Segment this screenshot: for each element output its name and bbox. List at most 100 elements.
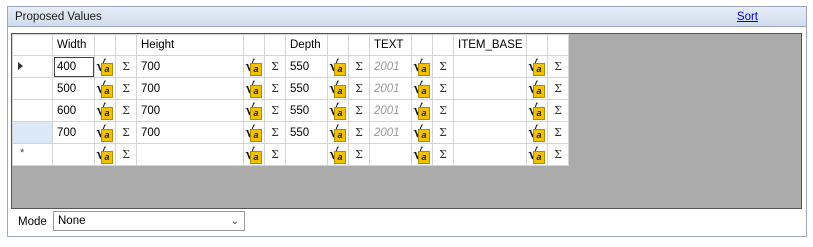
column-header-width[interactable]: Width (52, 34, 95, 56)
formula-cell[interactable]: √a (94, 99, 116, 122)
formula-cell[interactable]: √a (243, 121, 265, 144)
column-header-item-base[interactable]: ITEM_BASE (453, 34, 527, 56)
sigma-icon[interactable]: Σ (117, 104, 136, 117)
sigma-icon[interactable]: Σ (266, 104, 285, 117)
cell-height[interactable]: 700 (136, 99, 244, 122)
cell-item-base[interactable] (453, 99, 527, 122)
sum-cell[interactable]: Σ (348, 99, 370, 122)
cell-depth[interactable]: 550 (285, 55, 328, 78)
formula-cell[interactable]: √a (94, 55, 116, 78)
sum-cell[interactable]: Σ (432, 143, 454, 166)
sigma-icon[interactable]: Σ (549, 148, 568, 161)
formula-cell[interactable]: √a (243, 143, 265, 166)
sigma-icon[interactable]: Σ (266, 126, 285, 139)
cell-text[interactable]: 2001 (369, 121, 412, 144)
formula-sqrt-a-icon[interactable]: √a (413, 57, 430, 76)
sigma-icon[interactable]: Σ (266, 82, 285, 95)
sigma-icon[interactable]: Σ (117, 148, 136, 161)
formula-sqrt-a-icon[interactable]: √a (413, 123, 430, 142)
cell-item-base[interactable] (453, 143, 527, 166)
formula-sqrt-a-icon[interactable]: √a (245, 79, 262, 98)
formula-cell[interactable]: √a (243, 55, 265, 78)
formula-cell[interactable]: √a (327, 99, 349, 122)
row-header[interactable]: * (12, 143, 53, 166)
formula-sqrt-a-icon[interactable]: √a (96, 79, 113, 98)
formula-sqrt-a-icon[interactable]: √a (96, 101, 113, 120)
formula-sqrt-a-icon[interactable]: √a (528, 145, 545, 164)
sigma-icon[interactable]: Σ (549, 126, 568, 139)
cell-height[interactable] (136, 143, 244, 166)
new-row[interactable]: * √a Σ √a Σ √a Σ √a Σ √a Σ (12, 143, 569, 166)
sum-cell[interactable]: Σ (547, 143, 569, 166)
sum-cell[interactable]: Σ (115, 143, 137, 166)
sigma-icon[interactable]: Σ (350, 148, 369, 161)
formula-sqrt-a-icon[interactable]: √a (245, 123, 262, 142)
sum-cell[interactable]: Σ (547, 99, 569, 122)
formula-cell[interactable]: √a (243, 99, 265, 122)
sum-cell[interactable]: Σ (348, 143, 370, 166)
sigma-icon[interactable]: Σ (350, 104, 369, 117)
sigma-icon[interactable]: Σ (549, 82, 568, 95)
sigma-icon[interactable]: Σ (350, 82, 369, 95)
formula-sqrt-a-icon[interactable]: √a (329, 123, 346, 142)
sum-cell[interactable]: Σ (264, 55, 286, 78)
formula-sqrt-a-icon[interactable]: √a (329, 101, 346, 120)
formula-sqrt-a-icon[interactable]: √a (245, 57, 262, 76)
formula-sqrt-a-icon[interactable]: √a (413, 101, 430, 120)
formula-cell[interactable]: √a (411, 143, 433, 166)
sigma-icon[interactable]: Σ (117, 60, 136, 73)
formula-cell[interactable]: √a (327, 77, 349, 100)
cell-depth[interactable]: 550 (285, 99, 328, 122)
formula-cell[interactable]: √a (243, 77, 265, 100)
sum-cell[interactable]: Σ (547, 77, 569, 100)
formula-cell[interactable]: √a (411, 121, 433, 144)
sum-cell[interactable]: Σ (264, 143, 286, 166)
sum-cell[interactable]: Σ (432, 55, 454, 78)
sum-cell[interactable]: Σ (547, 121, 569, 144)
sum-cell[interactable]: Σ (115, 121, 137, 144)
cell-item-base[interactable] (453, 77, 527, 100)
sigma-icon[interactable]: Σ (434, 126, 453, 139)
formula-cell[interactable]: √a (526, 143, 548, 166)
formula-sqrt-a-icon[interactable]: √a (96, 57, 113, 76)
row-header[interactable] (12, 55, 53, 78)
cell-height[interactable]: 700 (136, 77, 244, 100)
sum-cell[interactable]: Σ (432, 99, 454, 122)
sum-cell[interactable]: Σ (115, 55, 137, 78)
formula-sqrt-a-icon[interactable]: √a (528, 101, 545, 120)
chevron-down-icon[interactable]: ⌄ (231, 216, 239, 227)
formula-cell[interactable]: √a (526, 121, 548, 144)
sum-cell[interactable]: Σ (432, 77, 454, 100)
cell-width[interactable]: 400 (52, 55, 95, 78)
formula-cell[interactable]: √a (411, 55, 433, 78)
table-row[interactable]: 500√aΣ700√aΣ550√aΣ2001√aΣ√aΣ (12, 77, 569, 100)
formula-cell[interactable]: √a (94, 143, 116, 166)
cell-depth[interactable]: 550 (285, 77, 328, 100)
sigma-icon[interactable]: Σ (266, 148, 285, 161)
cell-height[interactable]: 700 (136, 121, 244, 144)
formula-cell[interactable]: √a (94, 77, 116, 100)
cell-depth[interactable]: 550 (285, 121, 328, 144)
formula-cell[interactable]: √a (411, 77, 433, 100)
formula-sqrt-a-icon[interactable]: √a (329, 79, 346, 98)
sigma-icon[interactable]: Σ (266, 60, 285, 73)
cell-depth[interactable] (285, 143, 328, 166)
sum-cell[interactable]: Σ (432, 121, 454, 144)
cell-height[interactable]: 700 (136, 55, 244, 78)
sigma-icon[interactable]: Σ (350, 60, 369, 73)
sigma-icon[interactable]: Σ (117, 82, 136, 95)
mode-select[interactable]: None ⌄ (53, 211, 245, 231)
sum-cell[interactable]: Σ (348, 121, 370, 144)
formula-cell[interactable]: √a (526, 99, 548, 122)
table-row[interactable]: 400√aΣ700√aΣ550√aΣ2001√aΣ√aΣ (12, 55, 569, 78)
sum-cell[interactable]: Σ (115, 77, 137, 100)
sum-cell[interactable]: Σ (348, 77, 370, 100)
row-header[interactable] (12, 77, 53, 100)
cell-item-base[interactable] (453, 55, 527, 78)
formula-sqrt-a-icon[interactable]: √a (413, 145, 430, 164)
formula-sqrt-a-icon[interactable]: √a (413, 79, 430, 98)
formula-sqrt-a-icon[interactable]: √a (96, 123, 113, 142)
sigma-icon[interactable]: Σ (350, 126, 369, 139)
formula-sqrt-a-icon[interactable]: √a (245, 145, 262, 164)
formula-sqrt-a-icon[interactable]: √a (96, 145, 113, 164)
